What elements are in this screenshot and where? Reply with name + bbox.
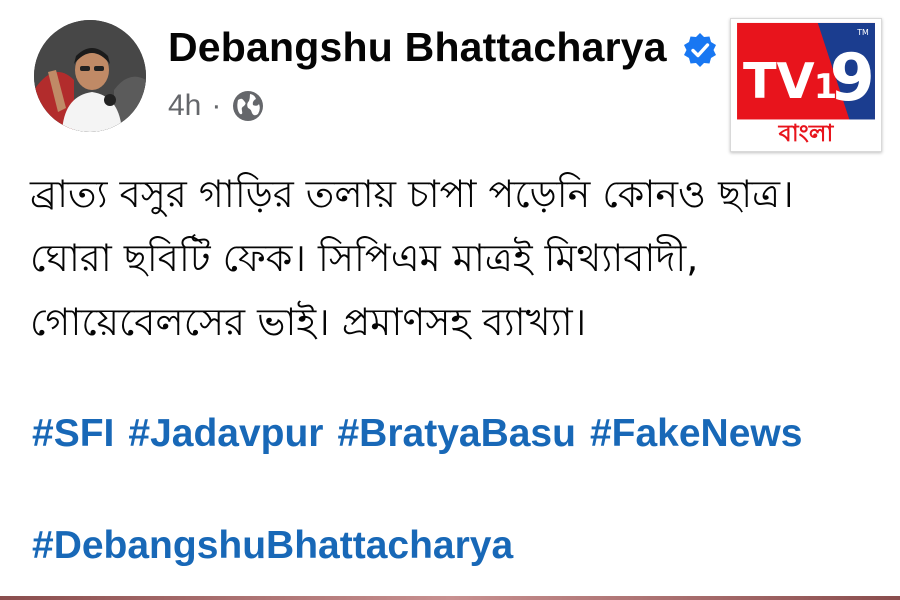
- hashtag-link[interactable]: #Jadavpur: [128, 412, 323, 455]
- post-meta: 4h ·: [168, 86, 265, 126]
- hashtag-link[interactable]: #BratyaBasu: [337, 412, 575, 455]
- svg-text:TM: TM: [856, 28, 869, 37]
- bottom-divider: [0, 596, 900, 600]
- hashtag-row-2: #DebangshuBhattacharya: [32, 518, 527, 574]
- post-timestamp[interactable]: 4h: [168, 89, 201, 123]
- svg-text:বাংলা: বাংলা: [778, 119, 835, 147]
- hashtag-link[interactable]: #SFI: [32, 412, 114, 455]
- avatar-photo: [34, 20, 146, 132]
- hashtag-link[interactable]: #DebangshuBhattacharya: [32, 524, 513, 567]
- post-text: ব্রাত্য বসুর গাড়ির তলায় চাপা পড়েনি কো…: [30, 162, 900, 354]
- author-name[interactable]: Debangshu Bhattacharya: [168, 24, 667, 71]
- tv9-bangla-logo: TV 1 9 TM বাংলা: [730, 18, 882, 152]
- author-avatar[interactable]: [34, 20, 146, 132]
- facebook-post: Debangshu Bhattacharya 4h · TV 1 9 TM বা…: [0, 0, 900, 600]
- verified-badge-icon: [682, 32, 718, 68]
- hashtag-link[interactable]: #FakeNews: [590, 412, 802, 455]
- svg-text:9: 9: [830, 41, 875, 116]
- globe-icon[interactable]: [231, 89, 265, 123]
- post-text-line: ঘোরা ছবিটি ফেক। সিপিএম মাত্রই মিথ্যাবাদী…: [30, 236, 699, 280]
- svg-text:TV: TV: [743, 52, 815, 110]
- post-text-line: ব্রাত্য বসুর গাড়ির তলায় চাপা পড়েনি কো…: [30, 172, 794, 216]
- post-text-line: গোয়েবেলসের ভাই। প্রমাণসহ ব্যাখ্যা।: [30, 300, 587, 344]
- meta-separator: ·: [211, 89, 222, 122]
- hashtag-row: #SFI #Jadavpur #BratyaBasu #FakeNews: [32, 406, 816, 462]
